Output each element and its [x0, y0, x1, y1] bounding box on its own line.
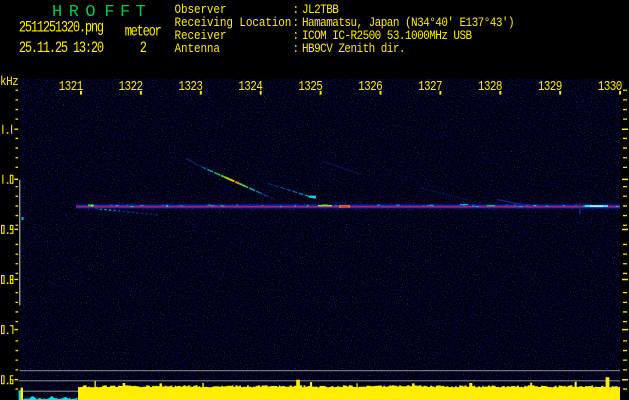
svg-text:meteor: meteor	[125, 23, 162, 41]
svg-text:Antenna: Antenna	[175, 41, 220, 56]
svg-text:T: T	[136, 3, 146, 22]
svg-text:F: F	[120, 3, 130, 22]
svg-text:25.11.25 13:20: 25.11.25 13:20	[19, 40, 104, 58]
svg-text:2: 2	[140, 40, 147, 58]
svg-text:HB9CV Zenith dir.: HB9CV Zenith dir.	[302, 41, 405, 56]
svg-text:2511251320.png: 2511251320.png	[19, 19, 104, 37]
svg-text:F: F	[104, 3, 114, 22]
svg-text:1326: 1326	[358, 79, 382, 94]
svg-text:1323: 1323	[178, 79, 202, 94]
svg-text:1327: 1327	[418, 79, 442, 94]
svg-text:1325: 1325	[298, 79, 322, 94]
svg-text:1324: 1324	[238, 79, 262, 94]
svg-text::: :	[293, 41, 300, 56]
svg-text:1321: 1321	[59, 79, 83, 94]
svg-text:1322: 1322	[119, 79, 143, 94]
svg-text:1329: 1329	[538, 79, 562, 94]
svg-text:1330: 1330	[598, 79, 622, 94]
svg-text:kHz: kHz	[0, 74, 19, 89]
svg-text:1328: 1328	[478, 79, 502, 94]
